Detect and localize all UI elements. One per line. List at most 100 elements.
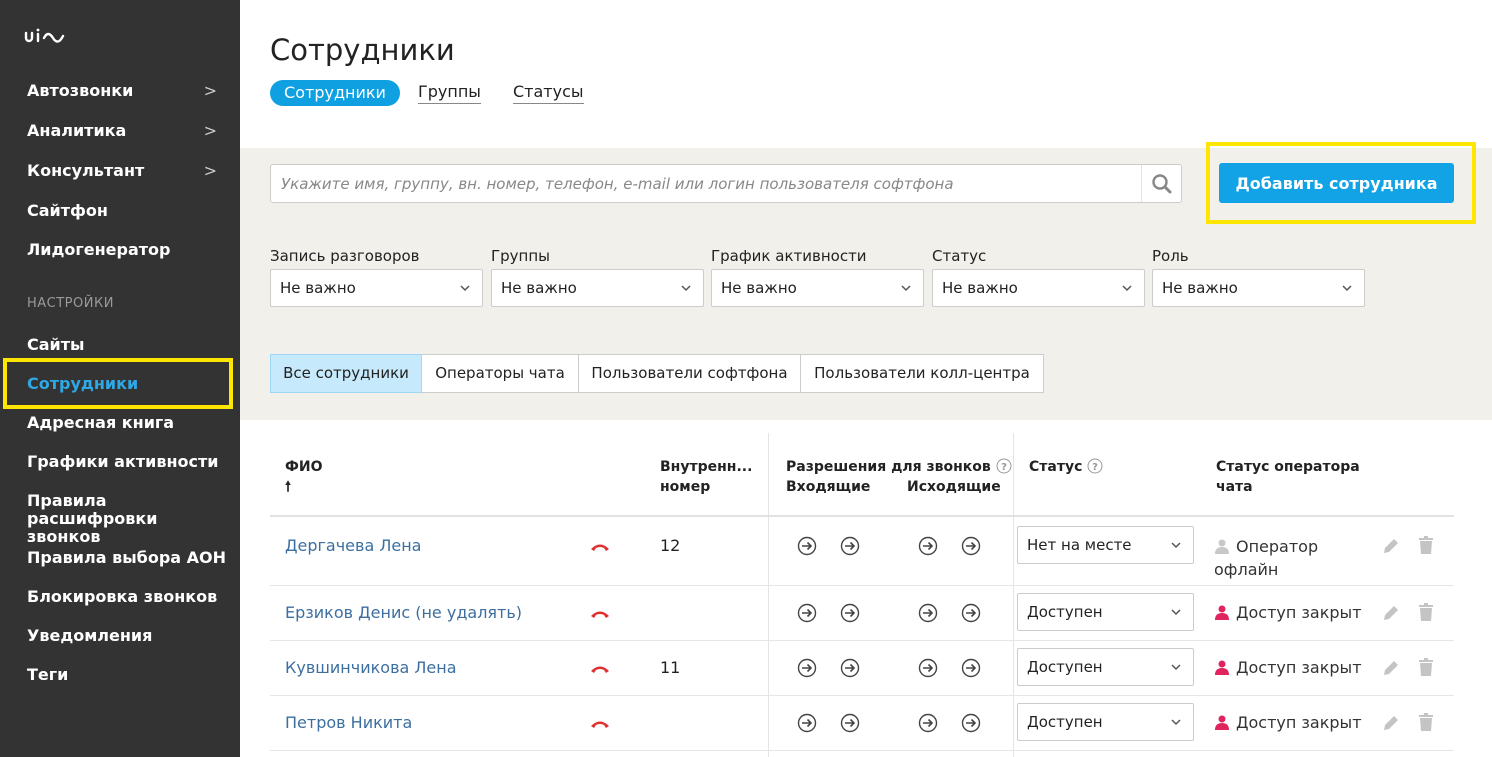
incoming-permission-icon[interactable] (840, 658, 860, 678)
sidebar-item-leadgen[interactable]: Лидогенератор (27, 241, 227, 259)
edit-pencil-icon[interactable] (1381, 536, 1401, 556)
sidebar: Автозвонки > Аналитика > Консультант > Сайт… (0, 0, 240, 757)
delete-trash-icon[interactable] (1416, 535, 1436, 555)
filter-status-select[interactable]: Не важно (932, 269, 1145, 307)
sidebar-item-consultant[interactable]: Консультант > (27, 162, 227, 180)
employee-status-select[interactable]: Доступен (1017, 593, 1194, 631)
incoming-permission-icon[interactable] (797, 713, 817, 733)
phone-hangup-icon (591, 721, 609, 728)
outgoing-permission-icon[interactable] (961, 658, 981, 678)
sidebar-item-label: Графики активности (27, 452, 219, 471)
sidebar-item-transcription-rules[interactable]: Правила расшифровки звонков (27, 492, 227, 546)
tab-statuses[interactable]: Статусы (513, 83, 584, 104)
outgoing-permission-icon[interactable] (961, 536, 981, 556)
user-access-closed-icon (1215, 715, 1229, 730)
filter-groups-select[interactable]: Не важно (491, 269, 704, 307)
employee-name-link[interactable]: Кувшинчикова Лена (285, 658, 457, 677)
delete-trash-icon[interactable] (1416, 712, 1436, 732)
row-divider (270, 695, 1454, 696)
incoming-permission-icon[interactable] (797, 536, 817, 556)
incoming-permission-icon[interactable] (840, 713, 860, 733)
sidebar-item-sitephone[interactable]: Сайтфон (27, 202, 227, 220)
chevron-down-icon (460, 285, 470, 292)
segment-chat-operators[interactable]: Операторы чата (421, 354, 579, 393)
employee-name-link[interactable]: Ерзиков Денис (не удалять) (285, 603, 522, 622)
outgoing-permission-icon[interactable] (918, 603, 938, 623)
sidebar-item-autocalls[interactable]: Автозвонки > (27, 82, 227, 100)
segment-softphone-users[interactable]: Пользователи софтфона (578, 354, 801, 393)
filter-recording-select[interactable]: Не важно (270, 269, 483, 307)
edit-pencil-icon[interactable] (1381, 603, 1401, 623)
sidebar-item-label: Сайты (27, 335, 85, 354)
header-label: чата (1216, 479, 1253, 495)
sidebar-item-label: Аналитика (27, 121, 127, 140)
edit-pencil-icon[interactable] (1381, 713, 1401, 733)
filter-schedule-select[interactable]: Не важно (711, 269, 924, 307)
incoming-permission-icon[interactable] (840, 536, 860, 556)
delete-trash-icon[interactable] (1416, 657, 1436, 677)
svg-text:?: ? (1001, 462, 1007, 473)
select-value: Не важно (1162, 279, 1238, 297)
filter-panel: Добавить сотрудника Запись разговоров Не… (240, 142, 1492, 420)
column-header-chat-status: Статус оператора чата (1216, 457, 1360, 497)
sidebar-item-tags[interactable]: Теги (27, 666, 227, 684)
extension-number: 12 (660, 536, 681, 555)
sidebar-item-schedules[interactable]: Графики активности (27, 453, 227, 471)
tab-employees[interactable]: Сотрудники (270, 80, 400, 106)
search-icon[interactable] (1141, 165, 1181, 202)
edit-pencil-icon[interactable] (1381, 658, 1401, 678)
chat-operator-status: Доступ закрыт (1214, 656, 1362, 679)
chat-operator-status: Доступ закрыт (1214, 711, 1362, 734)
outgoing-permission-icon[interactable] (918, 713, 938, 733)
uis-logo-icon[interactable] (24, 26, 70, 46)
chevron-down-icon (1122, 285, 1132, 292)
user-access-closed-icon (1215, 605, 1229, 620)
delete-trash-icon[interactable] (1416, 602, 1436, 622)
sidebar-item-aon-rules[interactable]: Правила выбора АОН (27, 549, 227, 567)
help-icon[interactable]: ? (1087, 458, 1103, 474)
sidebar-item-call-blocking[interactable]: Блокировка звонков (27, 588, 227, 606)
outgoing-permission-icon[interactable] (961, 713, 981, 733)
chat-status-label: Оператор (1236, 537, 1319, 556)
outgoing-permission-icon[interactable] (918, 658, 938, 678)
chat-operator-status: Доступ закрыт (1214, 601, 1362, 624)
select-value: Доступен (1027, 658, 1103, 676)
sidebar-item-label: Консультант (27, 161, 145, 180)
chat-operator-status: Оператор офлайн (1214, 535, 1318, 581)
employee-status-select[interactable]: Доступен (1017, 648, 1194, 686)
chevron-down-icon (1171, 542, 1181, 549)
main-content: Сотрудники Сотрудники Группы Статусы Доб… (240, 0, 1492, 757)
tab-groups[interactable]: Группы (418, 83, 481, 104)
sidebar-item-label: Адресная книга (27, 413, 175, 432)
incoming-permission-icon[interactable] (797, 658, 817, 678)
segment-all-employees[interactable]: Все сотрудники (270, 354, 422, 393)
search-input[interactable] (281, 165, 1131, 202)
sidebar-item-sites[interactable]: Сайты (27, 336, 227, 354)
incoming-permission-icon[interactable] (840, 603, 860, 623)
incoming-permission-icon[interactable] (797, 603, 817, 623)
employee-name-link[interactable]: Петров Никита (285, 713, 412, 732)
sidebar-item-notifications[interactable]: Уведомления (27, 627, 227, 645)
employee-status-select[interactable]: Доступен (1017, 703, 1194, 741)
chat-status-label: Доступ закрыт (1236, 603, 1362, 622)
column-header-name[interactable]: ФИО 🠕 (285, 457, 323, 497)
sidebar-item-label: Лидогенератор (27, 240, 171, 259)
header-label: Статус (1029, 459, 1083, 475)
employee-name-link[interactable]: Дергачева Лена (285, 536, 421, 555)
outgoing-permission-icon[interactable] (918, 536, 938, 556)
phone-hangup-icon (591, 611, 609, 618)
page-title: Сотрудники (270, 33, 455, 67)
column-header-ext[interactable]: Внутренн... номер (660, 457, 752, 497)
employee-status-select[interactable]: Нет на месте (1017, 526, 1194, 564)
outgoing-permission-icon[interactable] (961, 603, 981, 623)
column-header-status[interactable]: Статус ? (1029, 457, 1103, 477)
add-employee-button[interactable]: Добавить сотрудника (1219, 163, 1454, 203)
sidebar-item-analytics[interactable]: Аналитика > (27, 122, 227, 140)
table-header-divider (270, 515, 1454, 517)
help-icon[interactable]: ? (996, 458, 1012, 474)
chevron-right-icon: > (203, 161, 217, 180)
select-value: Доступен (1027, 603, 1103, 621)
filter-role-select[interactable]: Не важно (1152, 269, 1365, 307)
sidebar-item-address-book[interactable]: Адресная книга (27, 414, 227, 432)
segment-callcenter-users[interactable]: Пользователи колл-центра (800, 354, 1044, 393)
